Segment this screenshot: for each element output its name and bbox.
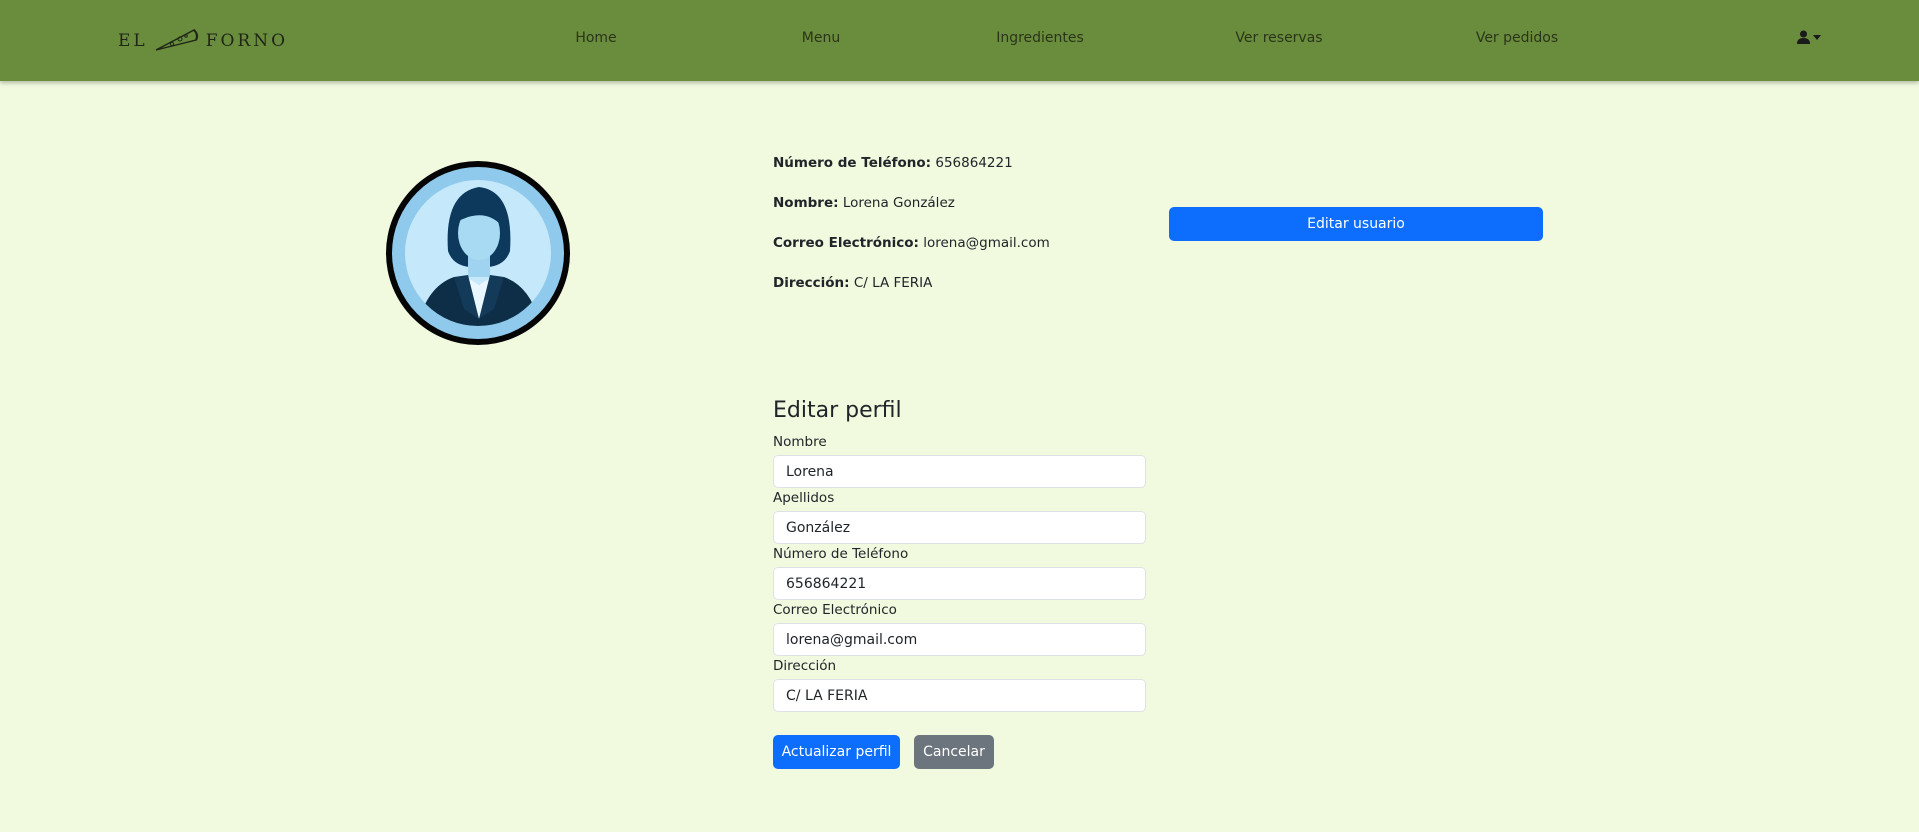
telefono-input[interactable] <box>773 567 1146 600</box>
nav-ver-pedidos[interactable]: Ver pedidos <box>1476 30 1558 46</box>
cancel-button[interactable]: Cancelar <box>914 735 994 769</box>
user-icon <box>1797 30 1810 44</box>
chevron-down-icon <box>1813 34 1821 40</box>
edit-user-button[interactable]: Editar usuario <box>1169 207 1543 241</box>
avatar <box>386 161 570 345</box>
brand-logo[interactable]: EL FORNO <box>118 26 288 56</box>
info-email-label: Correo Electrónico: <box>773 235 919 251</box>
field-label-telefono: Número de Teléfono <box>773 546 909 562</box>
nav-home[interactable]: Home <box>575 30 616 46</box>
info-phone-label: Número de Teléfono: <box>773 155 932 171</box>
field-label-nombre: Nombre <box>773 434 827 450</box>
info-email: Correo Electrónico: lorena@gmail.com <box>773 235 1050 251</box>
apellidos-input[interactable] <box>773 511 1146 544</box>
nombre-input[interactable] <box>773 455 1146 488</box>
info-name: Nombre: Lorena González <box>773 195 955 211</box>
nav-ver-reservas[interactable]: Ver reservas <box>1235 30 1322 46</box>
info-phone-value: 656864221 <box>935 155 1013 171</box>
pizza-slice-icon <box>155 29 198 51</box>
info-address-label: Dirección: <box>773 275 850 291</box>
direccion-input[interactable] <box>773 679 1146 712</box>
field-label-direccion: Dirección <box>773 658 837 674</box>
form-title: Editar perfil <box>773 398 902 423</box>
field-label-apellidos: Apellidos <box>773 490 835 506</box>
nav-ingredientes[interactable]: Ingredientes <box>996 30 1084 46</box>
info-name-value: Lorena González <box>842 195 955 211</box>
info-phone: Número de Teléfono: 656864221 <box>773 155 1013 171</box>
info-name-label: Nombre: <box>773 195 839 211</box>
field-label-correo: Correo Electrónico <box>773 602 897 618</box>
top-navbar: EL FORNO Home Menu Ingredientes Ver rese… <box>0 0 1919 81</box>
nav-menu[interactable]: Menu <box>802 30 840 46</box>
info-email-value: lorena@gmail.com <box>923 235 1050 251</box>
update-profile-button[interactable]: Actualizar perfil <box>773 735 900 769</box>
info-address: Dirección: C/ LA FERIA <box>773 275 932 291</box>
correo-input[interactable] <box>773 623 1146 656</box>
info-address-value: C/ LA FERIA <box>853 275 933 291</box>
brand-text-left: EL <box>118 31 148 51</box>
user-dropdown-toggle[interactable] <box>1797 30 1821 44</box>
brand-text-right: FORNO <box>205 31 289 51</box>
